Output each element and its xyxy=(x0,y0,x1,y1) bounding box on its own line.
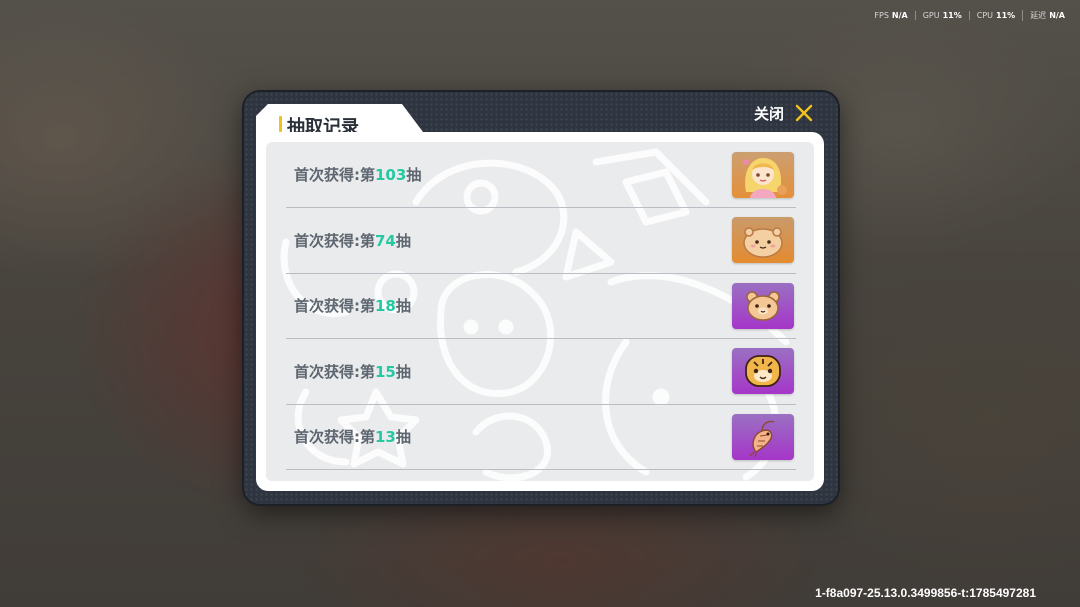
title-accent-bar xyxy=(279,116,282,132)
record-text: 首次获得:第13抽 xyxy=(286,426,411,447)
record-prefix: 首次获得:第 xyxy=(294,231,375,250)
performance-overlay: FPS N/A GPU 11% CPU 11% 延迟 N/A xyxy=(867,10,1072,21)
close-label: 关闭 xyxy=(753,104,784,123)
record-suffix: 抽 xyxy=(395,297,411,315)
record-row: 首次获得:第103抽 xyxy=(286,142,796,208)
close-icon[interactable] xyxy=(794,103,814,123)
record-draw-count: 103 xyxy=(375,166,407,184)
record-text: 首次获得:第15抽 xyxy=(286,361,411,382)
fps-stat: FPS N/A xyxy=(867,11,914,20)
record-text: 首次获得:第18抽 xyxy=(286,295,411,316)
reward-item-card[interactable] xyxy=(732,348,794,394)
record-row: 首次获得:第15抽 xyxy=(286,339,796,405)
record-row: 首次获得:第74抽 xyxy=(286,208,796,274)
reward-item-card[interactable] xyxy=(732,413,794,460)
record-text: 首次获得:第103抽 xyxy=(286,164,421,185)
gpu-label: GPU xyxy=(922,11,940,20)
record-row: 首次获得:第18抽 xyxy=(286,273,796,339)
record-suffix: 抽 xyxy=(395,428,411,446)
record-suffix: 抽 xyxy=(406,166,422,184)
girl-character-icon xyxy=(732,151,794,198)
record-row: 首次获得:第13抽 xyxy=(286,404,796,470)
record-draw-count: 18 xyxy=(375,297,396,315)
bear-face-icon xyxy=(746,290,780,321)
cpu-label: CPU xyxy=(976,11,994,20)
reward-item-card[interactable] xyxy=(732,282,794,329)
cpu-stat: CPU 11% xyxy=(968,11,1022,20)
cpu-value: 11% xyxy=(996,11,1016,20)
bear-bun-icon xyxy=(743,227,783,258)
fps-label: FPS xyxy=(874,11,889,20)
shrimp-icon xyxy=(749,420,775,457)
record-suffix: 抽 xyxy=(395,362,411,381)
content-panel: 首次获得:第103抽 首次获得:第74抽 首次获得:第18抽 首次获得:第15抽… xyxy=(256,132,824,491)
record-prefix: 首次获得:第 xyxy=(294,362,375,381)
close-button[interactable]: 关闭 xyxy=(754,100,814,126)
record-prefix: 首次获得:第 xyxy=(294,297,375,315)
reward-item-card[interactable] xyxy=(732,217,794,263)
record-draw-count: 74 xyxy=(375,231,396,250)
record-suffix: 抽 xyxy=(395,231,411,250)
record-draw-count: 15 xyxy=(375,362,396,381)
build-version: 1-f8a097-25.13.0.3499856-t:1785497281 xyxy=(815,586,1036,600)
gpu-stat: GPU 11% xyxy=(914,11,969,20)
latency-stat: 延迟 N/A xyxy=(1022,10,1072,21)
latency-value: N/A xyxy=(1049,11,1065,20)
gpu-value: 11% xyxy=(942,11,962,20)
record-prefix: 首次获得:第 xyxy=(294,166,375,184)
reward-item-card[interactable] xyxy=(732,151,794,198)
draw-record-dialog: 抽取记录 关闭 首次获得:第103抽 首次获得:第74抽 首次获得:第18抽 首… xyxy=(244,92,838,504)
record-text: 首次获得:第74抽 xyxy=(286,230,411,251)
tiger-face-icon xyxy=(745,355,781,387)
record-draw-count: 13 xyxy=(375,428,396,446)
record-prefix: 首次获得:第 xyxy=(294,428,375,446)
record-list[interactable]: 首次获得:第103抽 首次获得:第74抽 首次获得:第18抽 首次获得:第15抽… xyxy=(266,142,814,481)
latency-label: 延迟 xyxy=(1030,11,1047,20)
fps-value: N/A xyxy=(891,11,908,20)
